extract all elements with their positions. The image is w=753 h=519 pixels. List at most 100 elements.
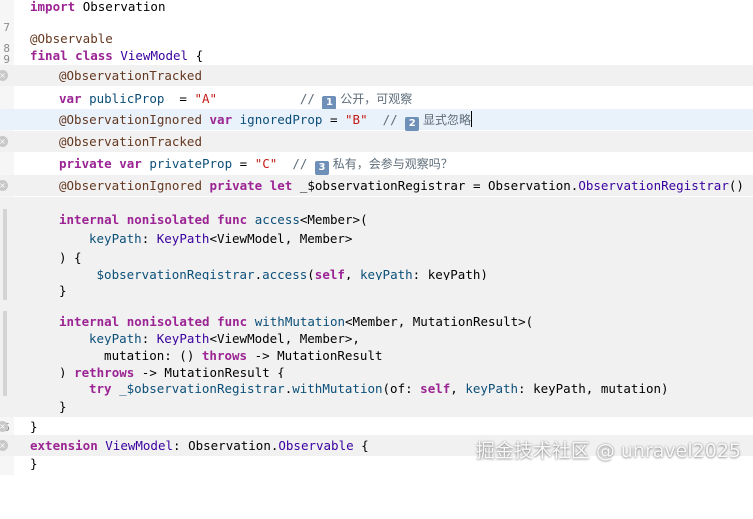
macro-expansion-line[interactable]: 5 keyPath: KeyPath<ViewModel, Member> bbox=[0, 228, 753, 266]
module-name: Observation bbox=[82, 0, 166, 14]
keyword: var bbox=[59, 91, 82, 106]
comma: , bbox=[450, 381, 466, 396]
brace: { bbox=[188, 48, 204, 63]
comment: // bbox=[217, 91, 323, 106]
macro-expansion-line[interactable]: × @ObservationTracked bbox=[0, 65, 753, 86]
type-name: ViewModel bbox=[105, 438, 173, 453]
generic-params: <Member>( bbox=[299, 212, 368, 227]
keyword: extension bbox=[30, 438, 98, 453]
operator: = bbox=[322, 112, 346, 127]
comment-text: 公开，可观察 bbox=[336, 92, 413, 106]
code-line[interactable]: 13 private var privateProp = "C" // 3 私有… bbox=[0, 153, 753, 191]
code-line[interactable]: 7 import Observation bbox=[0, 0, 753, 34]
fold-ribbon[interactable] bbox=[3, 209, 7, 230]
comment-text: 显式忽略 bbox=[419, 113, 472, 127]
attribute: @ObservationIgnored bbox=[59, 178, 202, 193]
brace: } bbox=[59, 283, 67, 298]
keyword: func bbox=[217, 212, 248, 227]
type-name: KeyPath bbox=[156, 331, 210, 346]
generic-params: <ViewModel, Member>, bbox=[209, 331, 360, 346]
text-cursor bbox=[471, 111, 473, 127]
property-name: ignoredProp bbox=[239, 112, 323, 127]
variable-name: _$observationRegistrar bbox=[119, 381, 285, 396]
keyword: try bbox=[89, 381, 112, 396]
keyword: final bbox=[30, 48, 68, 63]
property-name: publicProp bbox=[89, 91, 165, 106]
brace: } bbox=[59, 399, 67, 414]
function-name: withMutation bbox=[292, 381, 383, 396]
property-name: privateProp bbox=[149, 156, 233, 171]
macro-expansion-icon[interactable]: × bbox=[0, 136, 8, 147]
code-line[interactable]: × } bbox=[0, 416, 753, 437]
property-name: _$observationRegistrar bbox=[299, 178, 466, 193]
keyword: nonisolated bbox=[126, 314, 210, 329]
operator: = bbox=[232, 156, 255, 171]
protocol-name: Observable bbox=[278, 438, 354, 453]
function-name: withMutation bbox=[254, 314, 346, 329]
module-name: Observation. bbox=[488, 178, 579, 193]
number-badge: 3 bbox=[314, 161, 329, 175]
number-badge: 2 bbox=[405, 117, 420, 131]
code-editor[interactable]: 7 import Observation 8 9 @Observable 10 … bbox=[0, 0, 753, 475]
code-line[interactable]: 10 final class ViewModel { bbox=[0, 45, 753, 83]
argument: : keyPath, mutation) bbox=[518, 381, 669, 396]
keyword: let bbox=[269, 178, 293, 193]
macro-expansion-line[interactable]: 4 internal nonisolated func access<Membe… bbox=[0, 209, 753, 247]
string-literal: "B" bbox=[345, 112, 368, 127]
macro-expansion-icon[interactable]: × bbox=[0, 70, 8, 81]
keyword: internal bbox=[59, 314, 120, 329]
brace: } bbox=[30, 456, 38, 471]
macro-expansion-line[interactable]: 5 } bbox=[0, 396, 753, 434]
fold-ribbon[interactable] bbox=[3, 228, 7, 249]
keyword: class bbox=[75, 48, 113, 63]
macro-expansion-icon[interactable]: × bbox=[0, 421, 8, 432]
call-parens: () bbox=[728, 178, 744, 193]
attribute: @ObservationTracked bbox=[59, 134, 202, 149]
type-name: ViewModel bbox=[120, 48, 189, 63]
attribute: @ObservationIgnored bbox=[59, 112, 202, 127]
param-label: keyPath bbox=[89, 231, 142, 246]
argument: (of: bbox=[382, 381, 421, 396]
colon: : bbox=[141, 331, 157, 346]
comment-text: 私有，会参与观察吗？ bbox=[328, 157, 453, 171]
brace: { bbox=[353, 438, 369, 453]
macro-expansion-icon[interactable]: × bbox=[0, 440, 8, 451]
colon: : bbox=[141, 231, 157, 246]
keyword: private bbox=[209, 178, 263, 193]
module-name: Observation. bbox=[188, 438, 279, 453]
operator: = bbox=[164, 91, 195, 106]
keyword: throws bbox=[201, 348, 248, 363]
fold-ribbon[interactable] bbox=[3, 280, 7, 301]
code-line[interactable]: 11 var publicProp = "A" // 1 公开，可观察 bbox=[0, 88, 753, 126]
operator: = bbox=[465, 178, 489, 193]
string-literal: "C" bbox=[254, 156, 278, 171]
param-decl: _ mutation: () bbox=[89, 348, 202, 363]
generic-params: <Member, MutationResult>( bbox=[345, 314, 534, 329]
generic-params: <ViewModel, Member> bbox=[209, 231, 353, 246]
attribute: @Observable bbox=[30, 31, 113, 46]
function-name: access bbox=[254, 212, 300, 227]
macro-expansion-line[interactable]: 8 } bbox=[0, 280, 753, 318]
number-badge: 1 bbox=[322, 96, 337, 110]
param-label: keyPath bbox=[465, 381, 519, 396]
return-type: -> MutationResult bbox=[247, 348, 383, 363]
brace: ) { bbox=[59, 250, 82, 265]
macro-expansion-line[interactable]: × @ObservationTracked bbox=[0, 131, 753, 152]
param-label: keyPath bbox=[89, 331, 142, 346]
keyword: var bbox=[209, 112, 233, 127]
type-name: KeyPath bbox=[156, 231, 210, 246]
type-name: ObservationRegistrar bbox=[578, 178, 729, 193]
keyword: import bbox=[30, 0, 76, 14]
attribute: @ObservationTracked bbox=[59, 68, 202, 83]
keyword: self bbox=[420, 381, 451, 396]
keyword: internal bbox=[59, 212, 120, 227]
current-code-line[interactable]: 12 @ObservationIgnored var ignoredProp =… bbox=[0, 109, 753, 147]
macro-expansion-line[interactable]: × @ObservationIgnored private let _$obse… bbox=[0, 175, 753, 196]
macro-expansion-icon[interactable]: × bbox=[0, 180, 8, 191]
keyword: private bbox=[59, 156, 112, 171]
keyword: var bbox=[119, 156, 142, 171]
brace: } bbox=[30, 419, 38, 434]
colon: : bbox=[173, 438, 189, 453]
comment: // bbox=[277, 156, 315, 171]
keyword: nonisolated bbox=[126, 212, 210, 227]
